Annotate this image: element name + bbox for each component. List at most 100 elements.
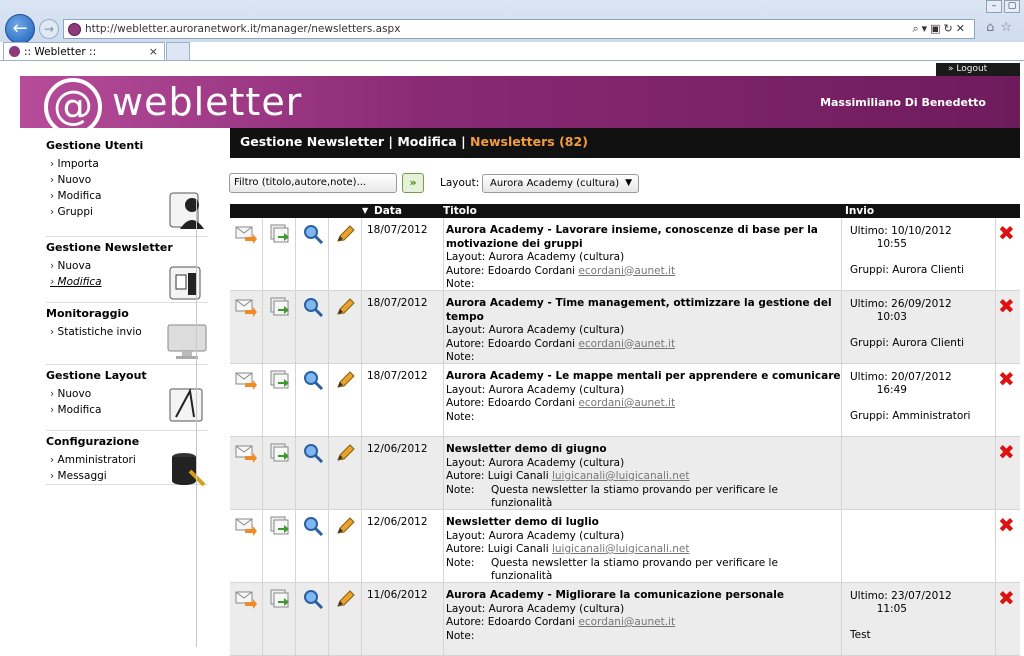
preview-icon[interactable] — [302, 589, 324, 610]
sidebar-item-importa[interactable]: Importa — [50, 156, 208, 172]
column-titolo[interactable]: Titolo — [443, 204, 477, 218]
preview-icon[interactable] — [302, 516, 324, 537]
table-row: 11/06/2012 Aurora Academy - Migliorare la… — [230, 583, 1020, 656]
send-test-icon[interactable] — [269, 443, 291, 463]
sidebar-item-nuovo[interactable]: Nuovo — [50, 172, 208, 188]
row-date: 12/06/2012 — [367, 516, 428, 528]
preview-icon[interactable] — [302, 297, 324, 318]
row-date: 18/07/2012 — [367, 297, 428, 309]
table-row: 12/06/2012 Newsletter demo di luglio Layou… — [230, 510, 1020, 583]
author-email-link[interactable]: ecordani@aunet.it — [578, 616, 675, 628]
row-author: Autore: Luigi Canali luigicanali@luigica… — [446, 543, 690, 555]
browser-tab[interactable]: :: Webletter :: × — [3, 42, 165, 61]
row-date: 12/06/2012 — [367, 443, 428, 455]
delete-icon[interactable]: ✖ — [998, 296, 1015, 316]
row-author: Autore: Edoardo Cordani ecordani@aunet.i… — [446, 397, 676, 409]
home-favorites-icons[interactable]: ⌂☆ — [986, 20, 1018, 35]
send-newsletter-icon[interactable] — [235, 224, 257, 244]
sidebar-section-title: Gestione Layout — [46, 369, 147, 382]
delete-icon[interactable]: ✖ — [998, 223, 1015, 243]
send-test-icon[interactable] — [269, 297, 291, 317]
breadcrumb-gestione[interactable]: Gestione Newsletter — [240, 134, 384, 149]
row-note: Note: — [446, 630, 842, 644]
delete-icon[interactable]: ✖ — [998, 442, 1015, 462]
settings-tools-icon — [172, 453, 206, 487]
preview-icon[interactable] — [302, 443, 324, 464]
row-title[interactable]: Newsletter demo di luglio — [446, 516, 599, 528]
address-bar[interactable]: http://webletter.auroranetwork.it/manage… — [63, 19, 975, 39]
preview-icon[interactable] — [302, 224, 324, 245]
maximize-icon[interactable]: ▢ — [1004, 0, 1020, 13]
window-controls: – ▢ — [986, 0, 1020, 14]
filter-go-button[interactable]: » — [402, 173, 424, 193]
row-title[interactable]: Aurora Academy - Lavorare insieme, conos… — [446, 224, 818, 250]
author-email-link[interactable]: luigicanali@luigicanali.net — [552, 470, 689, 482]
send-test-icon[interactable] — [269, 516, 291, 536]
note-text: Questa newsletter la stiamo provando per… — [491, 483, 778, 510]
delete-icon[interactable]: ✖ — [998, 369, 1015, 389]
address-url[interactable]: http://webletter.auroranetwork.it/manage… — [85, 23, 400, 35]
tab-close-icon[interactable]: × — [149, 45, 158, 58]
row-details: Aurora Academy - Migliorare la comunicaz… — [446, 589, 842, 643]
filter-input[interactable]: Filtro (titolo,autore,note)... — [229, 173, 397, 193]
row-layout: Layout: Aurora Academy (cultura) — [446, 324, 625, 336]
row-date: 11/06/2012 — [367, 589, 428, 601]
row-note: Note: Questa newsletter la stiamo provand… — [446, 557, 842, 584]
logout-link[interactable]: » Logout — [936, 63, 1020, 76]
row-title[interactable]: Aurora Academy - Le mappe mentali per ap… — [446, 370, 841, 382]
column-invio[interactable]: Invio — [845, 204, 874, 218]
delete-icon[interactable]: ✖ — [998, 588, 1015, 608]
edit-pencil-icon[interactable] — [335, 224, 357, 244]
sidebar-section-title: Gestione Newsletter — [46, 241, 173, 254]
row-note: Note: Questa newsletter la stiamo provand… — [446, 484, 842, 511]
send-newsletter-icon[interactable] — [235, 516, 257, 536]
edit-pencil-icon[interactable] — [335, 589, 357, 609]
edit-pencil-icon[interactable] — [335, 297, 357, 317]
row-layout: Layout: Aurora Academy (cultura) — [446, 383, 625, 396]
row-invio: Ultimo: 26/09/2012 10:03 Gruppi: Aurora … — [850, 298, 964, 349]
row-date: 18/07/2012 — [367, 370, 428, 382]
row-title[interactable]: Aurora Academy - Migliorare la comunicaz… — [446, 589, 784, 601]
new-tab-button[interactable] — [166, 42, 190, 61]
forward-button[interactable]: → — [39, 19, 59, 39]
delete-icon[interactable]: ✖ — [998, 515, 1015, 535]
author-email-link[interactable]: ecordani@aunet.it — [578, 265, 675, 277]
back-button[interactable]: ← — [5, 14, 35, 44]
send-test-icon[interactable] — [269, 224, 291, 244]
row-invio: Ultimo: 23/07/2012 11:05 Test — [850, 590, 952, 641]
breadcrumb-newsletters-count: Newsletters (82) — [470, 134, 588, 149]
breadcrumb-modifica[interactable]: Modifica — [397, 134, 456, 149]
author-email-link[interactable]: luigicanali@luigicanali.net — [552, 543, 689, 555]
table-row: 18/07/2012 Aurora Academy - Time manageme… — [230, 291, 1020, 364]
author-email-link[interactable]: ecordani@aunet.it — [578, 397, 675, 409]
layout-select[interactable]: Aurora Academy (cultura) ▼ — [482, 174, 639, 193]
minimize-icon[interactable]: – — [986, 0, 1002, 13]
sidebar-section-newsletter: Gestione Newsletter Nuova Modifica — [46, 241, 208, 303]
newsletter-icon — [169, 266, 201, 300]
column-data[interactable]: Data — [374, 204, 402, 218]
send-newsletter-icon[interactable] — [235, 589, 257, 609]
row-details: Aurora Academy - Lavorare insieme, conos… — [446, 224, 842, 292]
row-title[interactable]: Newsletter demo di giugno — [446, 443, 607, 455]
sidebar-section-utenti: Gestione Utenti Importa Nuovo Modifica G… — [46, 139, 208, 237]
preview-icon[interactable] — [302, 370, 324, 391]
edit-pencil-icon[interactable] — [335, 370, 357, 390]
sidebar-section-title: Gestione Utenti — [46, 139, 144, 152]
breadcrumb: Gestione Newsletter | Modifica | Newslet… — [230, 128, 1020, 158]
table-row: 12/06/2012 Newsletter demo di giugno Layou… — [230, 437, 1020, 510]
send-test-icon[interactable] — [269, 589, 291, 609]
address-tools-icon[interactable]: ⌕▾▣↻✕ — [912, 22, 968, 36]
row-note: Note: — [446, 351, 842, 365]
sidebar-section-layout: Gestione Layout Nuovo Modifica — [46, 369, 208, 431]
edit-pencil-icon[interactable] — [335, 443, 357, 463]
page: » Logout @ webletter Massimiliano Di Ben… — [0, 61, 1024, 656]
row-layout: Layout: Aurora Academy (cultura) — [446, 602, 625, 615]
author-email-link[interactable]: ecordani@aunet.it — [578, 338, 675, 350]
send-newsletter-icon[interactable] — [235, 443, 257, 463]
sort-down-icon[interactable]: ▼ — [362, 204, 368, 218]
send-newsletter-icon[interactable] — [235, 370, 257, 390]
row-title[interactable]: Aurora Academy - Time management, ottimi… — [446, 297, 832, 323]
send-test-icon[interactable] — [269, 370, 291, 390]
send-newsletter-icon[interactable] — [235, 297, 257, 317]
edit-pencil-icon[interactable] — [335, 516, 357, 536]
